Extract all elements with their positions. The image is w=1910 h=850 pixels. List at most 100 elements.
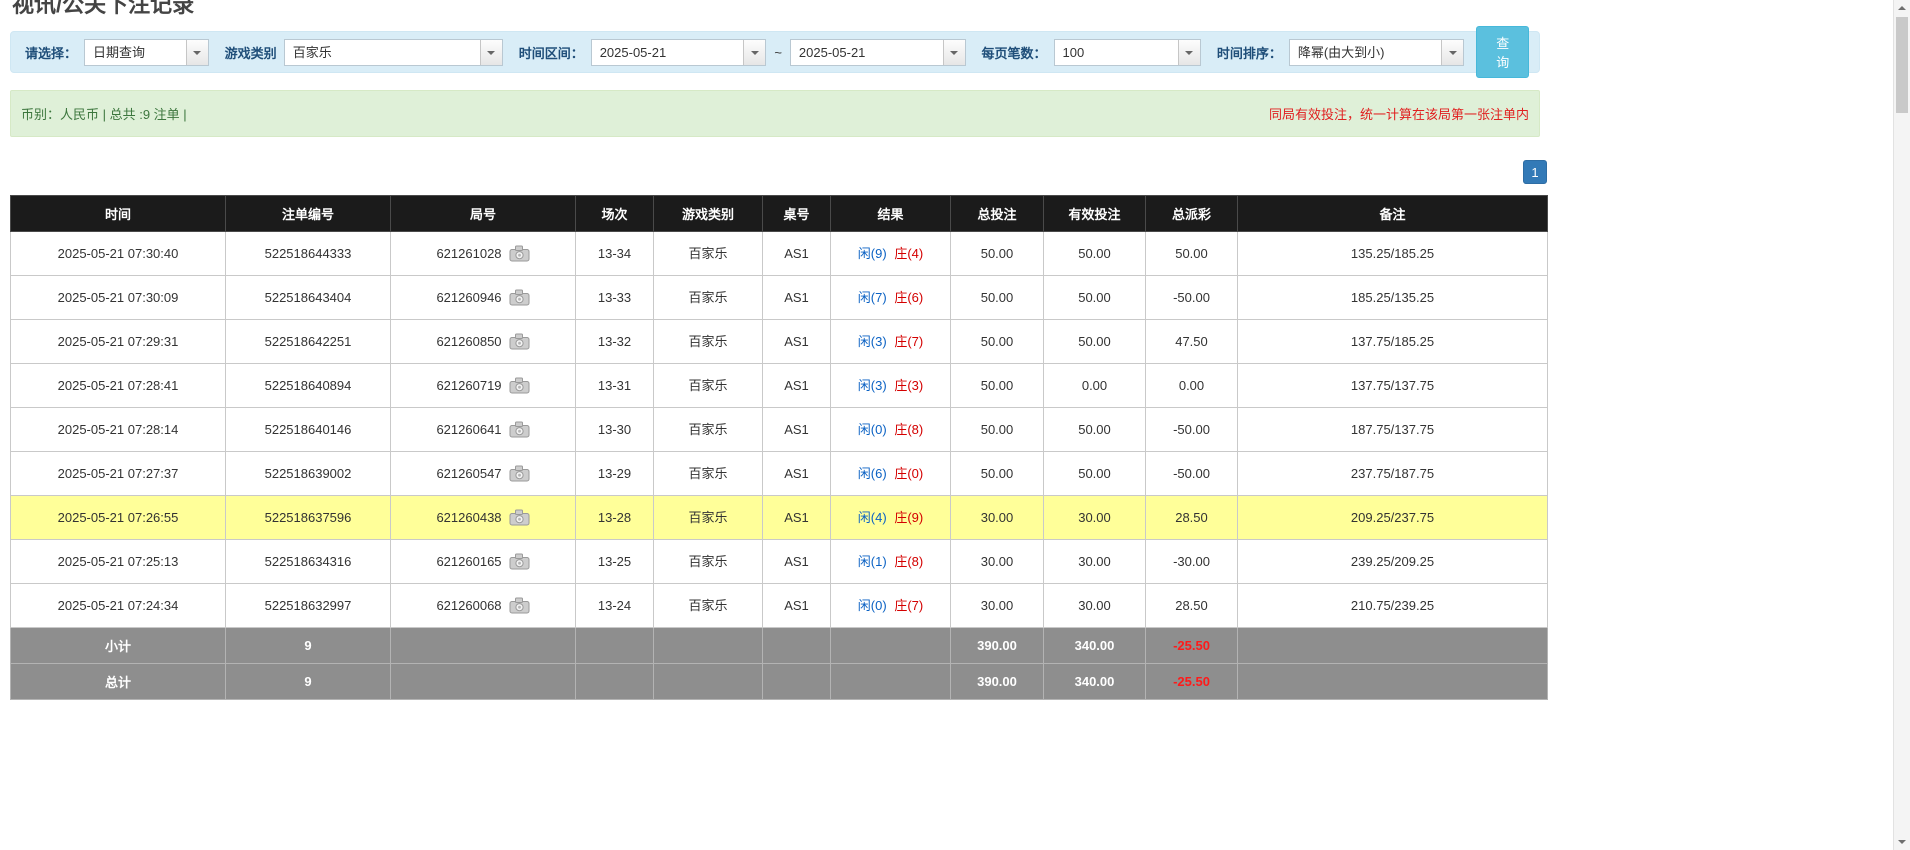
cell-result: 闲(3) 庄(3) (831, 364, 951, 408)
cell-session: 13-32 (576, 320, 654, 364)
cell-valid-bet: 50.00 (1044, 232, 1146, 276)
scrollbar-thumb[interactable] (1896, 17, 1908, 113)
cell-total-bet-link[interactable]: 30.00 (951, 584, 1044, 628)
cell-time: 2025-05-21 07:29:31 (11, 320, 226, 364)
round-id-value: 621260068 (436, 597, 501, 614)
bet-records-table: 时间 注单编号 局号 场次 游戏类别 桌号 结果 总投注 有效投注 总派彩 备注… (10, 195, 1548, 700)
column-header-table-no: 桌号 (763, 196, 831, 232)
cell-total-bet-link[interactable]: 50.00 (951, 276, 1044, 320)
cell-result: 闲(6) 庄(0) (831, 452, 951, 496)
filter-bar: 请选择： 日期查询 游戏类别 百家乐 时间区间： 2025-05-21 ~ 20… (10, 31, 1540, 73)
valid-bet-notice-text: 同局有效投注，统一计算在该局第一张注单内 (1269, 104, 1529, 123)
cell-table-no: AS1 (763, 364, 831, 408)
cell-table-no: AS1 (763, 584, 831, 628)
column-header-session: 场次 (576, 196, 654, 232)
page-title: 视讯/公关下注记录 (12, 0, 1548, 19)
video-camera-icon[interactable] (509, 421, 530, 438)
result-banker: 庄(7) (894, 334, 923, 349)
table-row: 2025-05-21 07:30:40 522518644333 6212610… (11, 232, 1548, 276)
cell-total-bet-link[interactable]: 50.00 (951, 408, 1044, 452)
date-to-value: 2025-05-21 (791, 40, 943, 65)
video-camera-icon[interactable] (509, 465, 530, 482)
cell-round-id: 621261028 (391, 232, 576, 276)
game-category-label: 游戏类别 (225, 43, 277, 62)
round-id-value: 621260438 (436, 509, 501, 526)
cell-result: 闲(9) 庄(4) (831, 232, 951, 276)
scrollbar-down-arrow-icon[interactable] (1894, 834, 1910, 850)
cell-bet-id: 522518640894 (226, 364, 391, 408)
cell-total-bet-link[interactable]: 50.00 (951, 452, 1044, 496)
time-sort-label: 时间排序： (1217, 43, 1282, 62)
chevron-down-icon (1178, 40, 1200, 65)
table-row: 2025-05-21 07:26:55 522518637596 6212604… (11, 496, 1548, 540)
cell-result: 闲(3) 庄(7) (831, 320, 951, 364)
table-footer: 小计 9 390.00 340.00 -25.50 总计 9 390.00 34… (11, 628, 1548, 700)
video-camera-icon[interactable] (509, 377, 530, 394)
query-type-select[interactable]: 日期查询 (84, 39, 209, 66)
cell-total-bet-link[interactable]: 30.00 (951, 496, 1044, 540)
cell-total-bet-link[interactable]: 50.00 (951, 364, 1044, 408)
result-player: 闲(6) (858, 466, 887, 481)
result-player: 闲(3) (858, 334, 887, 349)
result-player: 闲(4) (858, 510, 887, 525)
cell-result: 闲(0) 庄(8) (831, 408, 951, 452)
cell-game: 百家乐 (654, 232, 763, 276)
result-player: 闲(1) (858, 554, 887, 569)
video-camera-icon[interactable] (509, 333, 530, 350)
search-button[interactable]: 查询 (1476, 26, 1529, 78)
column-header-game: 游戏类别 (654, 196, 763, 232)
video-camera-icon[interactable] (509, 245, 530, 262)
cell-bet-id: 522518640146 (226, 408, 391, 452)
table-row: 2025-05-21 07:25:13 522518634316 6212601… (11, 540, 1548, 584)
cell-valid-bet: 30.00 (1044, 540, 1146, 584)
column-header-payout: 总派彩 (1146, 196, 1238, 232)
cell-result: 闲(1) 庄(8) (831, 540, 951, 584)
video-camera-icon[interactable] (509, 553, 530, 570)
column-header-valid-bet: 有效投注 (1044, 196, 1146, 232)
result-player: 闲(0) (858, 422, 887, 437)
cell-bet-id: 522518637596 (226, 496, 391, 540)
column-header-time: 时间 (11, 196, 226, 232)
table-row: 2025-05-21 07:24:34 522518632997 6212600… (11, 584, 1548, 628)
date-to-select[interactable]: 2025-05-21 (790, 39, 966, 66)
query-type-label: 请选择： (25, 43, 77, 62)
round-id-value: 621260641 (436, 421, 501, 438)
round-id-value: 621260719 (436, 377, 501, 394)
vertical-scrollbar[interactable] (1893, 0, 1910, 850)
cell-valid-bet: 50.00 (1044, 320, 1146, 364)
column-header-round-id: 局号 (391, 196, 576, 232)
column-header-total-bet: 总投注 (951, 196, 1044, 232)
cell-round-id: 621260719 (391, 364, 576, 408)
video-camera-icon[interactable] (509, 509, 530, 526)
date-from-select[interactable]: 2025-05-21 (591, 39, 767, 66)
game-category-select[interactable]: 百家乐 (284, 39, 503, 66)
round-id-value: 621260946 (436, 289, 501, 306)
cell-table-no: AS1 (763, 452, 831, 496)
cell-total-bet-link[interactable]: 30.00 (951, 540, 1044, 584)
table-row: 2025-05-21 07:27:37 522518639002 6212605… (11, 452, 1548, 496)
result-banker: 庄(9) (894, 510, 923, 525)
cell-time: 2025-05-21 07:26:55 (11, 496, 226, 540)
chevron-down-icon (943, 40, 965, 65)
scrollbar-up-arrow-icon[interactable] (1894, 0, 1910, 16)
cell-round-id: 621260068 (391, 584, 576, 628)
cell-total-bet-link[interactable]: 50.00 (951, 232, 1044, 276)
video-camera-icon[interactable] (509, 597, 530, 614)
cell-total-bet-link[interactable]: 50.00 (951, 320, 1044, 364)
video-camera-icon[interactable] (509, 289, 530, 306)
subtotal-label: 小计 (11, 628, 226, 664)
per-page-select[interactable]: 100 (1054, 39, 1201, 66)
page-button-1[interactable]: 1 (1523, 160, 1547, 184)
cell-session: 13-24 (576, 584, 654, 628)
cell-payout: -50.00 (1146, 276, 1238, 320)
time-sort-select[interactable]: 降幂(由大到小) (1289, 39, 1465, 66)
cell-payout: 50.00 (1146, 232, 1238, 276)
cell-game: 百家乐 (654, 364, 763, 408)
chevron-down-icon (186, 40, 208, 65)
cell-table-no: AS1 (763, 408, 831, 452)
cell-valid-bet: 50.00 (1044, 452, 1146, 496)
cell-game: 百家乐 (654, 584, 763, 628)
cell-game: 百家乐 (654, 452, 763, 496)
cell-remark: 237.75/187.75 (1238, 452, 1548, 496)
result-player: 闲(0) (858, 598, 887, 613)
